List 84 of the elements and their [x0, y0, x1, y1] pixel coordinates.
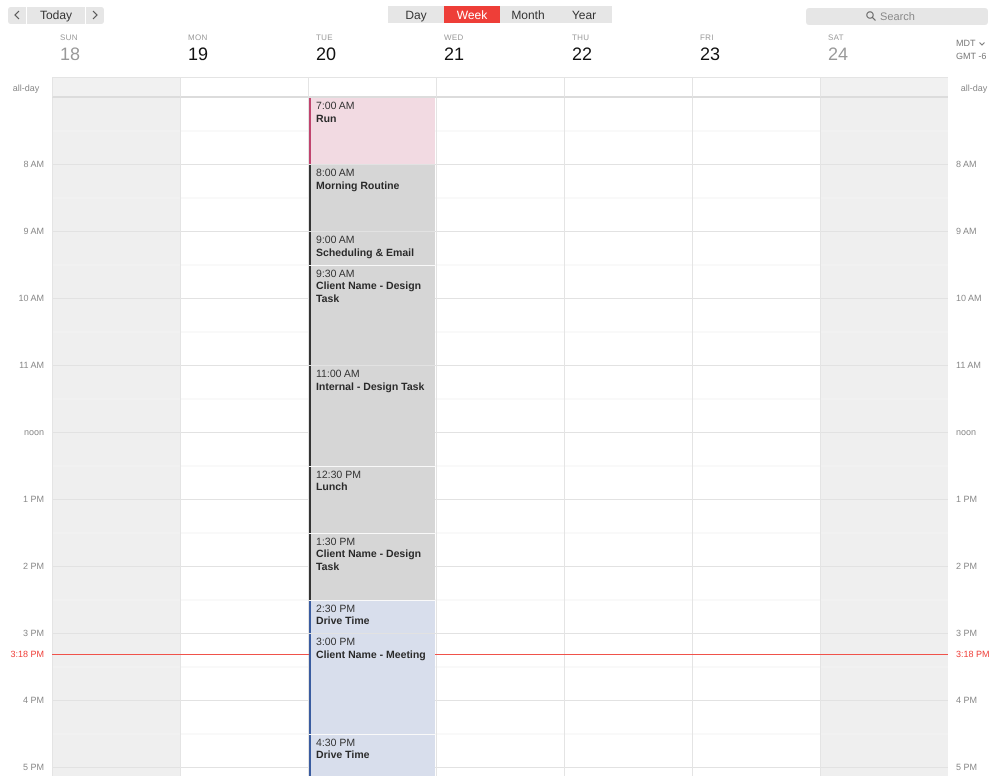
event-time: 7:00 AM: [316, 100, 355, 112]
weekday-label: FRI: [700, 33, 714, 42]
hour-label: 8 AM: [23, 159, 44, 170]
hour-label: 4 PM: [956, 695, 978, 706]
event-title: Morning Routine: [316, 180, 400, 192]
hour-label: 11 AM: [19, 360, 44, 371]
event-title: Internal - Design Task: [316, 380, 424, 393]
chevron-down-icon: [978, 42, 984, 46]
all-day-label: all-day: [960, 82, 988, 92]
search-icon: [866, 10, 876, 20]
event-block[interactable]: 2:30 PM Drive Time: [309, 600, 435, 633]
event-title: Lunch: [316, 481, 348, 494]
weekday-label: SAT: [828, 33, 844, 42]
event-title: Client Name - Design Task: [316, 548, 422, 573]
weekday-label: SUN: [60, 33, 78, 42]
date-number: 19: [188, 44, 208, 65]
chevron-right-icon: [92, 10, 98, 20]
hour-label: 11 AM: [956, 360, 981, 371]
timezone-menu[interactable]: MDT: [956, 37, 984, 50]
event-title: Drive Time: [316, 749, 370, 762]
hour-label: 8 AM: [956, 159, 977, 170]
all-day-cell[interactable]: [564, 77, 692, 98]
date-number: 24: [828, 44, 848, 65]
hour-label: 5 PM: [956, 762, 978, 773]
event-time: 9:00 AM: [316, 234, 356, 246]
event-time: 11:00 AM: [316, 368, 361, 380]
current-time-label: 3:18 PM: [10, 649, 44, 660]
event-block[interactable]: 4:30 PM Drive Time: [309, 734, 435, 776]
today-button[interactable]: Today: [26, 6, 86, 24]
search-field[interactable]: Search: [806, 8, 988, 25]
hour-label: 1 PM: [22, 494, 44, 505]
hour-label: 10 AM: [18, 293, 44, 304]
weekday-label: MON: [188, 33, 208, 42]
event-time: 2:30 PM: [316, 602, 356, 615]
all-day-cell[interactable]: [52, 77, 180, 98]
hour-label: 10 AM: [956, 293, 982, 304]
event-title: Client Name - Meeting: [316, 648, 426, 661]
all-day-label: all-day: [12, 82, 40, 92]
event-time: 8:00 AM: [316, 167, 356, 180]
all-day-cell[interactable]: [180, 77, 308, 98]
timezone-offset: GMT -6: [956, 50, 986, 63]
event-block[interactable]: 9:00 AM Scheduling & Email: [309, 232, 435, 264]
event-title: Scheduling & Email: [316, 246, 414, 259]
date-number: 20: [316, 44, 336, 65]
hour-label: 5 PM: [22, 762, 44, 773]
hour-label: noon: [24, 427, 44, 438]
date-number: 23: [700, 44, 720, 65]
hour-label: 3 PM: [956, 628, 978, 639]
event-time: 3:00 PM: [316, 636, 356, 648]
weekday-label: WED: [444, 33, 464, 42]
event-block[interactable]: 1:30 PM Client Name - Design Task: [309, 534, 435, 600]
event-block[interactable]: 11:00 AM Internal - Design Task: [309, 366, 435, 466]
event-block[interactable]: 9:30 AM Client Name - Design Task: [309, 266, 435, 365]
event-block[interactable]: 3:00 PM Client Name - Meeting: [309, 634, 435, 734]
all-day-cell[interactable]: [692, 77, 820, 98]
event-block[interactable]: 7:00 AM Run: [309, 98, 435, 164]
event-time: 1:30 PM: [316, 536, 356, 548]
hour-label: 4 PM: [22, 695, 44, 706]
hour-label: 1 PM: [956, 494, 978, 505]
hour-label: 9 AM: [956, 226, 977, 237]
date-number: 18: [60, 44, 80, 65]
all-day-cell[interactable]: [820, 77, 948, 98]
event-block[interactable]: 8:00 AM Morning Routine: [309, 165, 435, 231]
hour-label: noon: [956, 427, 976, 438]
event-block[interactable]: 12:30 PM Lunch: [309, 466, 435, 532]
weekday-label: TUE: [316, 33, 333, 42]
date-number: 21: [444, 44, 464, 65]
event-title: Run: [316, 112, 338, 125]
event-title: Drive Time: [316, 615, 370, 628]
day-column[interactable]: [308, 98, 436, 776]
all-day-cell[interactable]: [436, 77, 564, 98]
date-number: 22: [572, 44, 592, 65]
hour-label: 2 PM: [956, 561, 978, 572]
event-time: 12:30 PM: [316, 468, 361, 481]
event-time: 9:30 AM: [316, 268, 356, 280]
current-time-label: 3:18 PM: [956, 649, 990, 660]
event-time: 4:30 PM: [316, 736, 356, 749]
hour-label: 2 PM: [22, 561, 44, 572]
chevron-left-icon: [14, 10, 20, 20]
view-tab[interactable]: Week: [444, 6, 500, 23]
event-title: Client Name - Design Task: [316, 280, 422, 305]
weekday-label: THU: [572, 33, 590, 42]
hour-label: 9 AM: [23, 226, 44, 237]
hour-label: 3 PM: [22, 628, 44, 639]
